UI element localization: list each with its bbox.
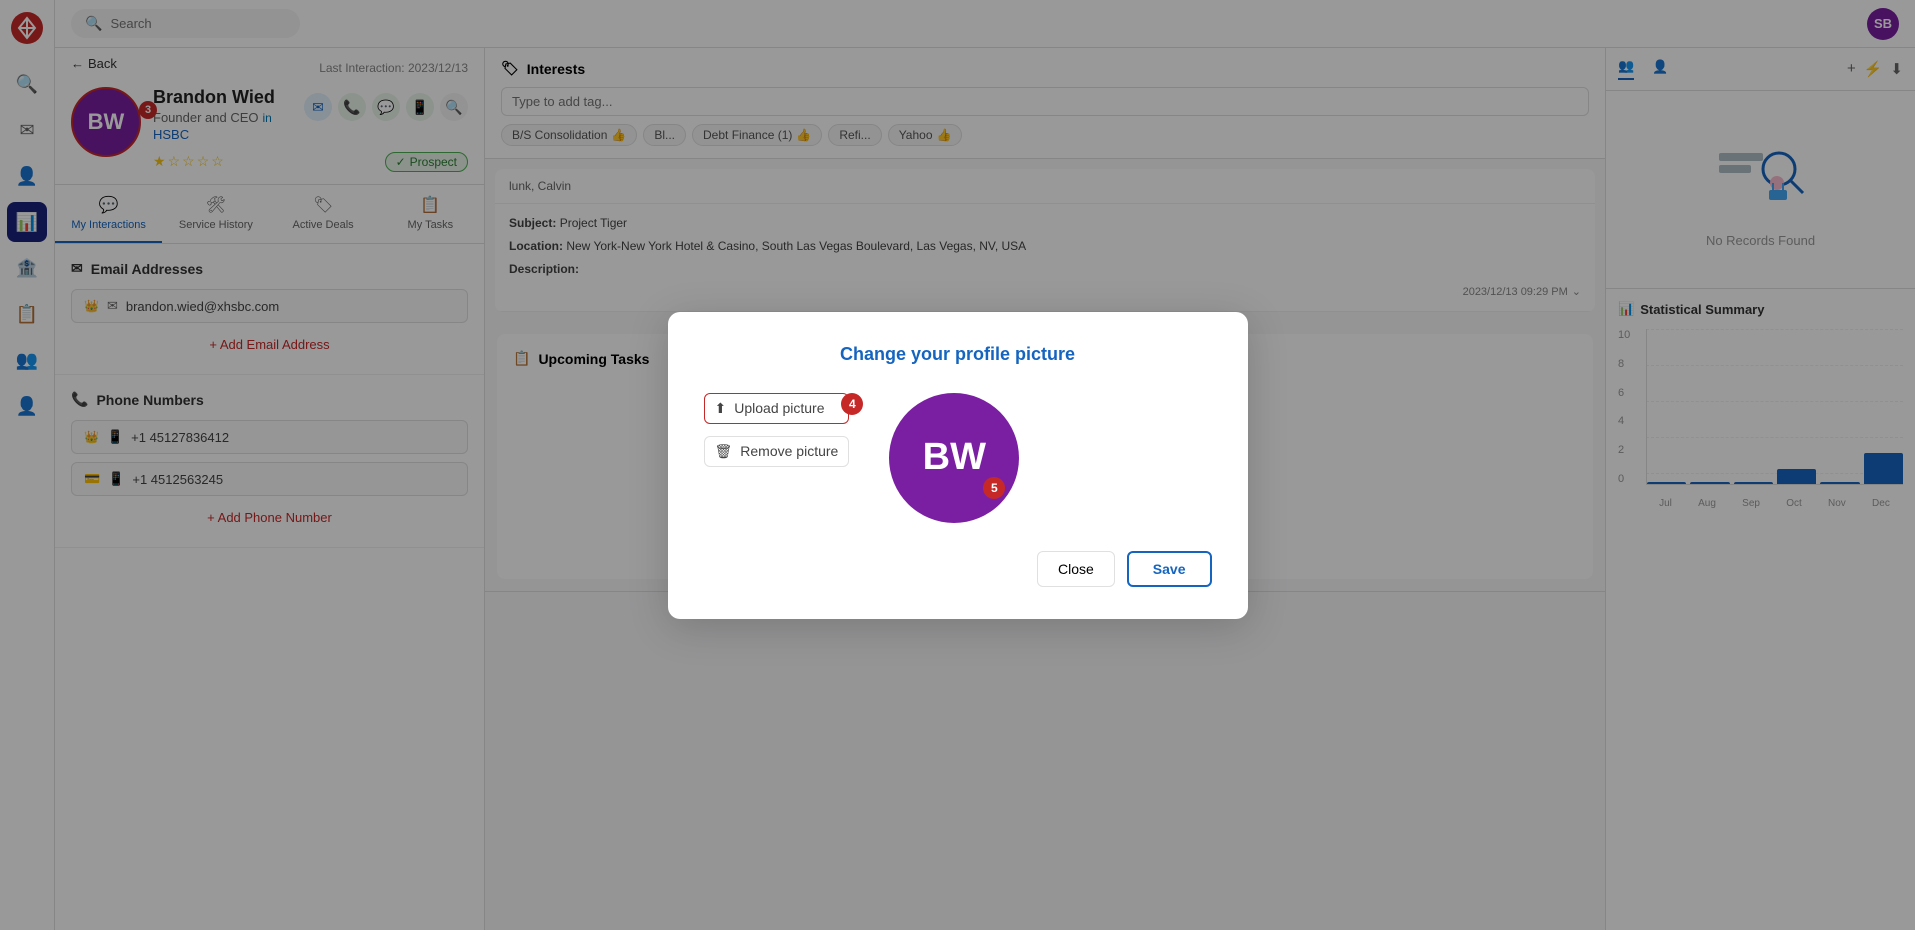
save-modal-button[interactable]: Save bbox=[1127, 551, 1212, 587]
modal-avatar-preview: BW 5 bbox=[889, 393, 1019, 523]
step-5-badge: 5 bbox=[983, 477, 1005, 499]
modal-actions: ⬆ Upload picture 🗑 Remove picture bbox=[704, 393, 850, 467]
change-profile-modal: Change your profile picture ⬆ Upload pic… bbox=[668, 312, 1248, 619]
modal-body: ⬆ Upload picture 🗑 Remove picture 4 BW 5 bbox=[704, 393, 1212, 523]
remove-picture-button[interactable]: 🗑 Remove picture bbox=[704, 436, 850, 467]
modal-avatar: BW bbox=[889, 393, 1019, 523]
step-4-badge: 4 bbox=[841, 393, 863, 415]
upload-picture-button[interactable]: ⬆ Upload picture bbox=[704, 393, 850, 424]
trash-icon: 🗑 bbox=[715, 443, 733, 460]
upload-icon: ⬆ bbox=[715, 400, 727, 417]
modal-title: Change your profile picture bbox=[704, 344, 1212, 365]
close-modal-button[interactable]: Close bbox=[1037, 551, 1115, 587]
modal-footer: Close Save bbox=[704, 551, 1212, 587]
modal-overlay[interactable]: Change your profile picture ⬆ Upload pic… bbox=[0, 0, 1915, 930]
